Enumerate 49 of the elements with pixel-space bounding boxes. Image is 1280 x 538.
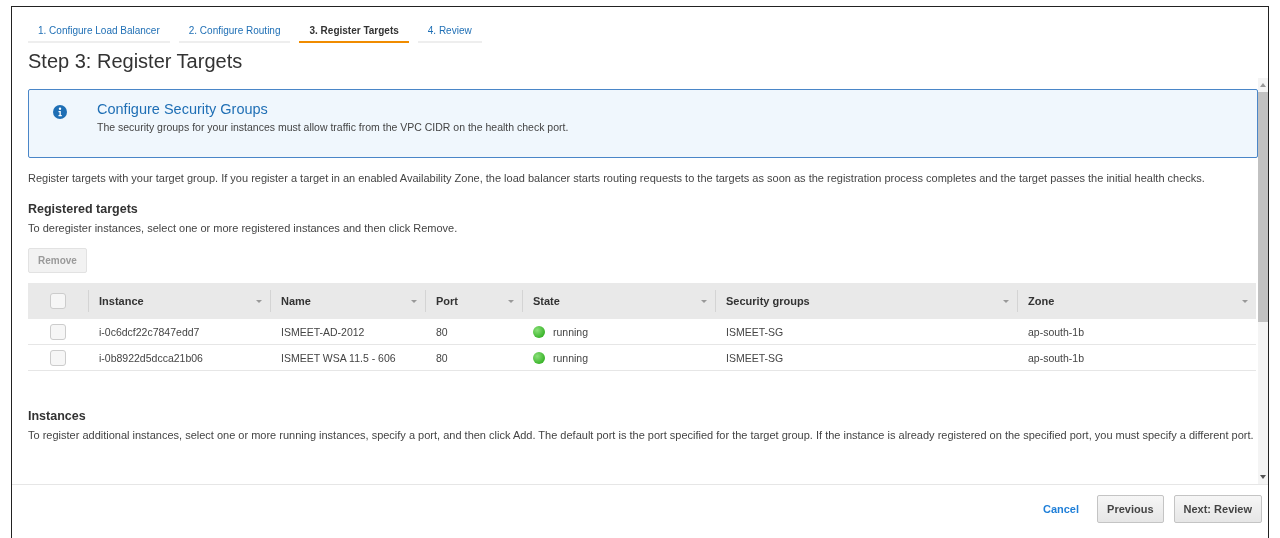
table-cell: ISMEET-SG bbox=[726, 351, 784, 364]
table-cell: ISMEET WSA 11.5 - 606 bbox=[281, 351, 396, 364]
wizard-tab[interactable]: 4. Review bbox=[417, 21, 482, 43]
table-cell: 80 bbox=[436, 325, 448, 338]
alert-title: Configure Security Groups bbox=[97, 101, 269, 117]
column-header[interactable]: State bbox=[522, 290, 715, 312]
table-cell: running bbox=[553, 351, 589, 364]
sort-caret-icon[interactable] bbox=[1003, 299, 1009, 303]
status-dot bbox=[533, 351, 545, 364]
section-heading: Instances bbox=[28, 409, 87, 423]
sort-caret-icon[interactable] bbox=[701, 299, 707, 303]
sort-caret-icon[interactable] bbox=[256, 299, 262, 303]
table-cell: ISMEET-SG bbox=[726, 325, 784, 338]
wizard-tab[interactable]: 3. Register Targets bbox=[299, 21, 409, 43]
table-cell: i-0c6dcf22c7847edd7 bbox=[99, 325, 200, 338]
column-header[interactable]: Port bbox=[425, 290, 522, 312]
status-dot bbox=[533, 325, 545, 338]
scroll-up-icon[interactable] bbox=[1260, 83, 1266, 87]
table-cell: 80 bbox=[436, 351, 448, 364]
scroll-down-icon[interactable] bbox=[1260, 475, 1266, 479]
wizard-tab[interactable]: 1. Configure Load Balancer bbox=[28, 21, 170, 43]
table-cell: ap-south-1b bbox=[1028, 325, 1085, 338]
section-description: To deregister instances, select one or more registered instances and then click Remove. bbox=[28, 221, 459, 236]
row-checkbox[interactable] bbox=[50, 349, 66, 366]
alert-message: The security groups for your instances must allow traffic from the VPC CIDR on the health check port. bbox=[97, 121, 569, 133]
column-header[interactable]: Security groups bbox=[715, 290, 1017, 312]
info-icon bbox=[53, 105, 67, 119]
scrollbar[interactable] bbox=[1258, 78, 1268, 484]
column-header[interactable]: Zone bbox=[1017, 290, 1256, 312]
cancel-link[interactable]: Cancel bbox=[1036, 502, 1086, 516]
table-cell: ap-south-1b bbox=[1028, 351, 1085, 364]
page-title: Step 3: Register Targets bbox=[28, 50, 244, 74]
sort-caret-icon[interactable] bbox=[1242, 299, 1248, 303]
table-cell: running bbox=[553, 325, 589, 338]
table-cell: ISMEET-AD-2012 bbox=[281, 325, 365, 338]
scroll-thumb[interactable] bbox=[1258, 92, 1268, 322]
select-all-checkbox[interactable] bbox=[50, 293, 66, 309]
column-header[interactable]: Instance bbox=[88, 290, 270, 312]
sort-caret-icon[interactable] bbox=[411, 299, 417, 303]
next-button[interactable]: Next: Review bbox=[1173, 495, 1262, 523]
section-description: To register additional instances, select one or more running instances, specify a port, and then click Add. The default port is the port specified for the target group. If the instance is already registered on the specified port, you must specify a different port. bbox=[28, 428, 1254, 443]
row-checkbox[interactable] bbox=[50, 323, 66, 340]
table-cell: i-0b8922d5dcca21b06 bbox=[99, 351, 203, 364]
column-header[interactable]: Name bbox=[270, 290, 425, 312]
section-heading: Registered targets bbox=[28, 202, 139, 216]
intro-text: Register targets with your target group. If you register a target in an enabled Availability Zone, the load balancer starts routing requests to the targets as soon as the registration process completes and the target passes the initial health checks. bbox=[28, 171, 1206, 186]
sort-caret-icon[interactable] bbox=[508, 299, 514, 303]
wizard-tab[interactable]: 2. Configure Routing bbox=[178, 21, 291, 43]
previous-button[interactable]: Previous bbox=[1097, 495, 1164, 523]
